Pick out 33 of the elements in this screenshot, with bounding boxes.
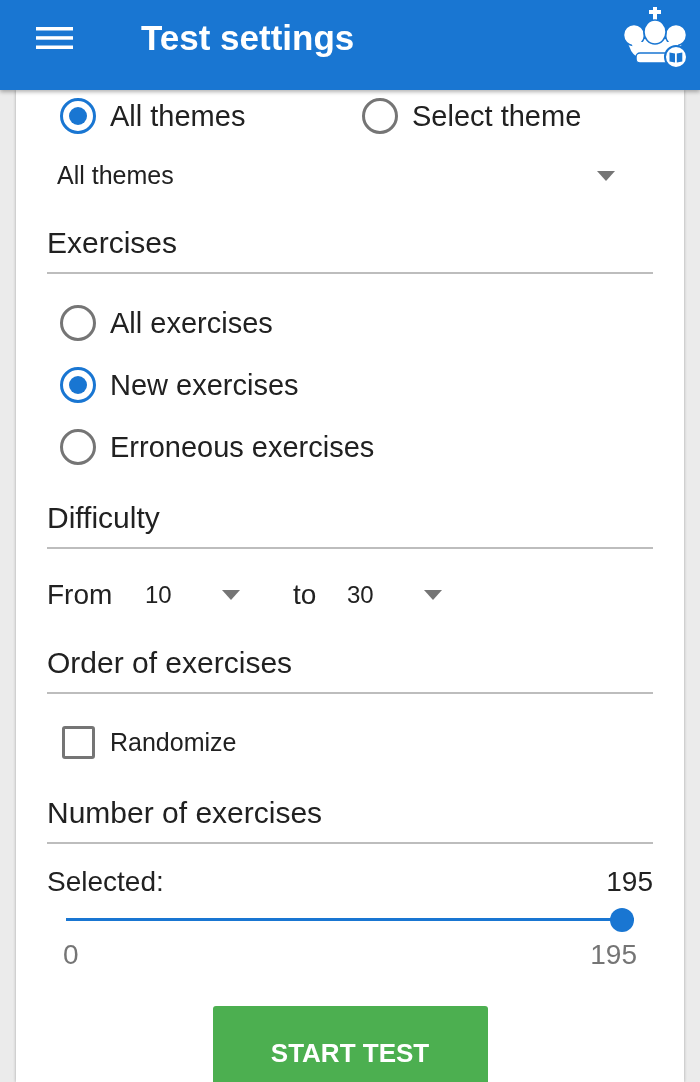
field-label: From <box>47 578 114 612</box>
radio-button[interactable] <box>60 367 96 403</box>
menu-icon[interactable] <box>36 27 73 49</box>
radio-button[interactable] <box>60 305 96 341</box>
slider-value: 195 <box>606 865 653 899</box>
caret-icon <box>222 590 240 600</box>
option-label: All themes <box>110 99 246 133</box>
option-label: Erroneous exercises <box>110 430 375 464</box>
section-heading: Number of exercises <box>47 796 323 829</box>
radio-button[interactable] <box>362 98 398 134</box>
radio-button[interactable] <box>60 429 96 465</box>
theme-dropdown[interactable]: All themes <box>47 152 630 200</box>
slider-track[interactable] <box>66 908 634 932</box>
slider-min-label: 0 <box>63 940 79 970</box>
field-label: Selected: <box>47 865 164 899</box>
caret-icon <box>424 590 442 600</box>
difficulty-dropdown[interactable]: 30 <box>339 573 452 617</box>
crown-icon <box>622 7 688 69</box>
option-label: All exercises <box>110 306 273 340</box>
section-heading: Exercises <box>47 226 178 259</box>
checkbox[interactable] <box>62 725 95 759</box>
field-label: to <box>293 578 318 612</box>
slider-thumb[interactable] <box>610 908 634 932</box>
section-heading: Difficulty <box>47 501 160 534</box>
slider-max-label: 195 <box>590 940 637 970</box>
option-label: New exercises <box>110 368 299 402</box>
difficulty-dropdown[interactable]: 10 <box>137 573 250 617</box>
radio-button[interactable] <box>60 98 96 134</box>
option-label: Select theme <box>412 99 582 133</box>
app-title: Test settings <box>141 18 355 58</box>
caret-icon <box>597 171 615 181</box>
section-heading: Order of exercises <box>47 646 293 679</box>
checkbox-label: Randomize <box>110 727 237 757</box>
